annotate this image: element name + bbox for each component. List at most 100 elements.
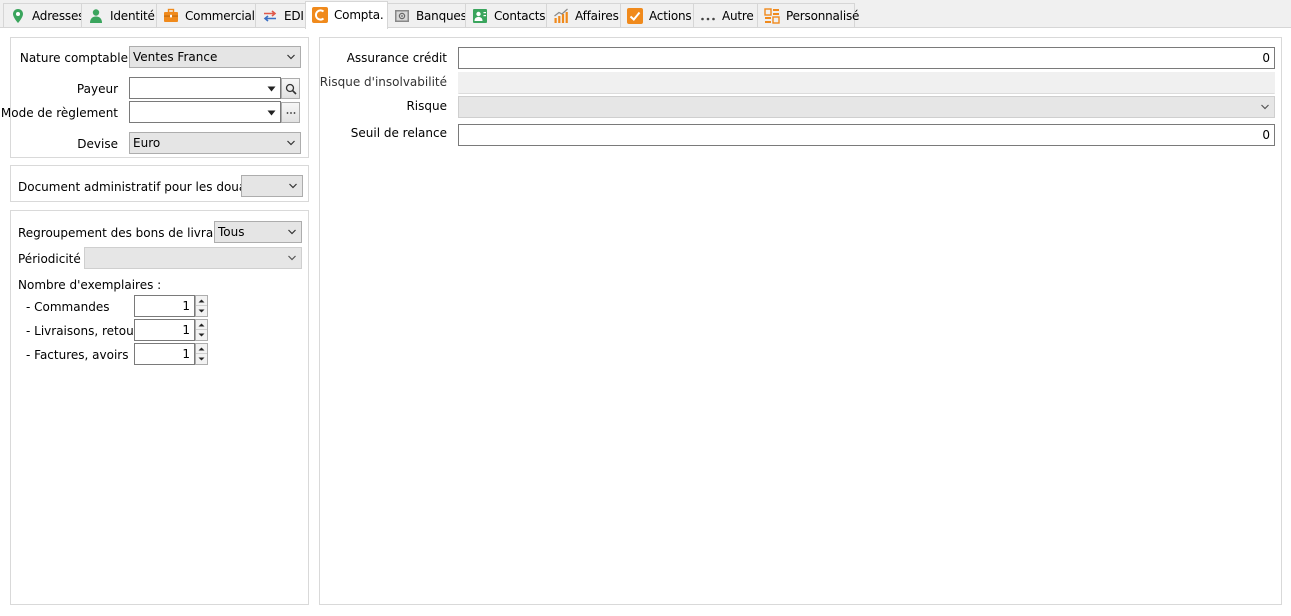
tab-autre[interactable]: Autre (693, 3, 758, 28)
seuil-relance-label: Seuil de relance (350, 126, 447, 140)
payeur-input[interactable] (129, 77, 281, 99)
person-icon (90, 9, 102, 23)
contact-card-icon (473, 9, 487, 23)
douanes-select[interactable] (241, 175, 303, 197)
spin-up-button[interactable] (196, 296, 207, 306)
caret-up-icon (198, 347, 205, 350)
livraisons-copies-input[interactable]: 1 (134, 319, 195, 341)
custom-form-icon (764, 8, 780, 24)
tab-label: Affaires (575, 9, 619, 23)
risque-insolvabilite-label: Risque d'insolvabilité (319, 75, 447, 89)
caret-down-icon (198, 333, 205, 337)
factures-label: - Factures, avoirs (26, 348, 129, 362)
risque-insolvabilite-input[interactable] (458, 72, 1275, 94)
tab-label: EDI (284, 9, 304, 23)
periodicite-label: Périodicité (18, 252, 81, 266)
ellipsis-icon (286, 111, 295, 114)
seuil-relance-value: 0 (1262, 128, 1270, 142)
tab-banques[interactable]: Banques (387, 3, 467, 28)
growth-chart-icon (554, 8, 568, 23)
assurance-credit-label: Assurance crédit (346, 51, 447, 65)
tab-label: Autre (722, 9, 754, 23)
tab-adresses[interactable]: Adresses (3, 3, 85, 28)
payeur-search-button[interactable] (281, 78, 300, 99)
mode-reglement-input[interactable] (129, 101, 281, 123)
customs-group: Document administratif pour les douanes (10, 165, 309, 202)
credit-group: Assurance crédit 0 Risque d'insolvabilit… (319, 37, 1282, 605)
tab-personnalise[interactable]: Personnalisé (757, 3, 859, 28)
safe-icon (395, 10, 409, 22)
tab-edi[interactable]: EDI (255, 3, 306, 28)
dropdown-arrow-icon (267, 86, 275, 91)
delivery-group: Regroupement des bons de livraison Tous … (10, 210, 309, 605)
chevron-down-icon (289, 183, 297, 189)
chevron-down-icon (288, 255, 296, 261)
accounting-group: Nature comptable Ventes France Payeur Mo… (1, 37, 309, 158)
accounting-c-icon (312, 6, 328, 23)
regroupement-label: Regroupement des bons de livraison (18, 226, 238, 240)
spin-up-button[interactable] (196, 344, 207, 354)
compta-tab-panel: Nature comptable Ventes France Payeur Mo… (0, 28, 1291, 616)
tab-label: Contacts (494, 9, 546, 23)
tab-actions[interactable]: Actions (620, 3, 694, 28)
tab-label: Compta. (334, 7, 384, 22)
factures-spinner[interactable] (195, 343, 208, 365)
chevron-down-icon (287, 54, 295, 60)
tab-label: Personnalisé (786, 9, 860, 23)
map-pin-icon (13, 9, 23, 23)
checkmark-icon (627, 8, 643, 24)
mode-reglement-browse-button[interactable] (281, 102, 300, 123)
mode-reglement-dropdown-button[interactable] (263, 103, 279, 122)
chevron-down-icon (287, 140, 295, 146)
tab-commercial[interactable]: Commercial (156, 3, 256, 28)
exemplaires-title: Nombre d'exemplaires : (18, 278, 162, 292)
tab-label: Adresses (32, 9, 85, 23)
caret-up-icon (198, 323, 205, 326)
douanes-label: Document administratif pour les douanes (18, 180, 268, 194)
spin-down-button[interactable] (196, 306, 207, 316)
seuil-relance-input[interactable]: 0 (458, 124, 1275, 146)
commandes-label: - Commandes (26, 300, 110, 314)
factures-copies-value: 1 (182, 347, 190, 361)
regroupement-select[interactable]: Tous (214, 221, 302, 243)
factures-copies-input[interactable]: 1 (134, 343, 195, 365)
caret-down-icon (198, 309, 205, 313)
periodicite-select[interactable] (84, 247, 302, 269)
devise-label: Devise (77, 137, 118, 151)
devise-select[interactable]: Euro (129, 132, 301, 154)
search-icon (285, 83, 297, 95)
tab-bar: Adresses Identité Commercial EDI Compta. (0, 0, 1291, 29)
livraisons-label: - Livraisons, retours (26, 324, 145, 338)
tab-label: Commercial (185, 9, 255, 23)
caret-up-icon (198, 299, 205, 302)
livraisons-spinner[interactable] (195, 319, 208, 341)
assurance-credit-value: 0 (1262, 51, 1270, 65)
livraisons-copies-value: 1 (182, 323, 190, 337)
nature-comptable-select[interactable]: Ventes France (129, 46, 301, 68)
spin-down-button[interactable] (196, 354, 207, 364)
mode-reglement-label: Mode de règlement (0, 106, 118, 120)
spin-up-button[interactable] (196, 320, 207, 330)
assurance-credit-input[interactable]: 0 (458, 47, 1275, 69)
tab-identite[interactable]: Identité (81, 3, 157, 28)
payeur-dropdown-button[interactable] (263, 79, 279, 98)
commandes-spinner[interactable] (195, 295, 208, 317)
payeur-label: Payeur (76, 82, 118, 96)
devise-value: Euro (133, 136, 161, 150)
risque-select[interactable] (458, 96, 1275, 118)
tab-contacts[interactable]: Contacts (465, 3, 547, 28)
exchange-arrows-icon (263, 10, 277, 22)
spin-down-button[interactable] (196, 330, 207, 340)
caret-down-icon (198, 357, 205, 361)
tab-affaires[interactable]: Affaires (546, 3, 621, 28)
risque-label: Risque (406, 99, 447, 113)
tab-label: Banques (416, 9, 467, 23)
tab-compta[interactable]: Compta. (305, 1, 388, 29)
tab-label: Identité (110, 9, 155, 23)
nature-comptable-label: Nature comptable (19, 51, 128, 65)
chevron-down-icon (288, 229, 296, 235)
commandes-copies-input[interactable]: 1 (134, 295, 195, 317)
dropdown-arrow-icon (267, 110, 275, 115)
tab-label: Actions (649, 9, 692, 23)
nature-comptable-value: Ventes France (133, 50, 218, 64)
